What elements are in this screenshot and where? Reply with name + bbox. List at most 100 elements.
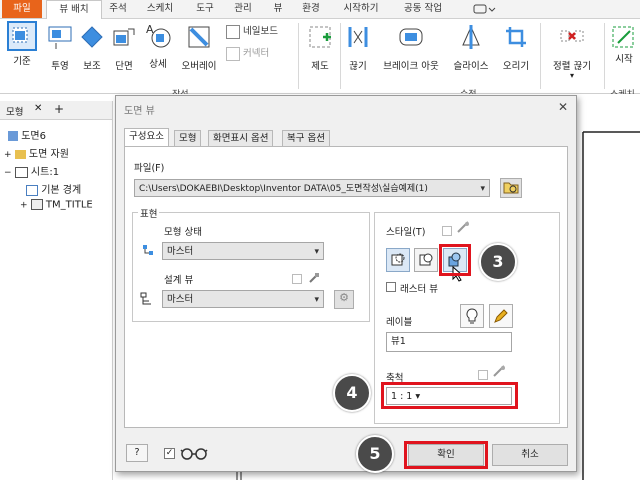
tab-tools[interactable]: 도구 <box>190 0 220 18</box>
tab-annotate[interactable]: 주석 <box>103 0 133 18</box>
slice-button[interactable]: 슬라이스 <box>448 23 494 72</box>
hidden-line-removed-icon <box>419 253 433 266</box>
style-from-base-checkbox[interactable] <box>442 226 452 236</box>
nailboard-label: 네일보드 <box>243 26 278 37</box>
tree-item-drawing-resources[interactable]: + 도면 자원 <box>4 145 69 160</box>
detail-view-label: 상세 <box>149 59 167 70</box>
tab-manage[interactable]: 관리 <box>228 0 258 18</box>
design-view-settings-button[interactable]: ⚙ <box>334 290 354 309</box>
tree-item-label: 기본 경계 <box>41 185 82 196</box>
tree-item-default-border[interactable]: 기본 경계 <box>26 181 81 196</box>
dialog-close-icon[interactable]: ✕ <box>558 100 568 114</box>
dialog-title: 도면 뷰 <box>124 106 155 117</box>
help-button[interactable]: ? <box>126 444 148 462</box>
auxiliary-view-icon <box>81 26 103 48</box>
design-view-value: 마스터 <box>167 294 194 305</box>
cancel-label: 취소 <box>521 449 539 460</box>
tab-environments[interactable]: 환경 <box>296 0 326 18</box>
projected-view-icon <box>48 26 72 49</box>
raster-view-checkbox[interactable] <box>386 282 396 292</box>
expand-icon[interactable]: + <box>4 150 12 160</box>
model-state-label: 모형 상태 <box>164 227 202 238</box>
base-view-button[interactable]: 기준 <box>4 21 40 67</box>
title-block-icon <box>30 199 43 210</box>
edit-label-button[interactable] <box>489 304 513 328</box>
preview-checkbox[interactable]: ✓ <box>164 448 175 459</box>
break-button[interactable]: 끊기 <box>344 23 372 72</box>
model-state-dropdown[interactable]: 마스터 ▾ <box>162 242 324 260</box>
break-out-button[interactable]: 브레이크 아웃 <box>376 23 446 72</box>
crop-label: 오리기 <box>502 61 530 72</box>
tree-item-sheet[interactable]: − 시트:1 <box>4 163 59 178</box>
tab-get-started[interactable]: 시작하기 <box>336 0 386 18</box>
tree-item-label: TM_TITLE <box>45 199 93 211</box>
help-icon: ? <box>134 447 140 458</box>
crop-button[interactable]: 오리기 <box>496 23 536 72</box>
tree-item-drawing[interactable]: 도면6 <box>8 127 46 142</box>
step-5-badge: 5 <box>356 435 394 473</box>
draft-view-label: 제도 <box>311 61 329 72</box>
start-sketch-label: 시작 <box>615 54 633 65</box>
pencil-icon <box>494 309 508 323</box>
design-view-icon <box>140 292 154 306</box>
folder-icon <box>14 149 26 159</box>
tab-recovery-options[interactable]: 복구 옵션 <box>282 130 330 147</box>
representation-label: 표현 <box>138 206 160 220</box>
draft-view-button[interactable]: 제도 <box>304 23 336 72</box>
section-view-icon <box>113 28 135 46</box>
file-path-dropdown[interactable]: C:\Users\DOKAEBI\Desktop\Inventor DATA\0… <box>134 179 490 197</box>
auxiliary-view-label: 보조 <box>83 61 101 72</box>
tree-item-title-block[interactable]: + TM_TITLE <box>20 199 93 211</box>
tab-sketch[interactable]: 스케치 <box>140 0 180 18</box>
align-dropdown-arrow[interactable]: ▾ <box>544 72 600 80</box>
design-view-dropdown[interactable]: 마스터 ▾ <box>162 290 324 308</box>
tree-item-label: 도면6 <box>21 131 46 142</box>
design-view-associative-checkbox[interactable] <box>292 274 302 284</box>
slice-label: 슬라이스 <box>453 61 489 72</box>
tab-view-layout[interactable]: 뷰 배치 <box>46 0 102 19</box>
file-label: 파일(F) <box>134 163 165 174</box>
cancel-button[interactable]: 취소 <box>492 444 568 466</box>
projected-view-button[interactable]: 투영 <box>44 23 76 72</box>
section-view-button[interactable]: 단면 <box>108 23 140 72</box>
tab-model[interactable]: 모형 <box>174 130 202 147</box>
tree-item-label: 도면 자원 <box>28 149 69 160</box>
scale-from-base-checkbox[interactable] <box>478 370 488 380</box>
hidden-line-removed-button[interactable] <box>414 248 438 272</box>
detail-view-button[interactable]: A 상세 <box>142 21 174 70</box>
tab-file[interactable]: 파일 <box>2 0 42 18</box>
ribbon-separator <box>340 23 341 89</box>
sheet-icon <box>14 166 28 178</box>
highlight-scale-dropdown <box>381 382 518 409</box>
ribbon-separator <box>604 23 605 89</box>
lightbulb-icon <box>466 308 478 324</box>
browser-add-icon[interactable]: + <box>54 102 64 116</box>
align-button[interactable]: 정렬 끊기 ▾ <box>544 23 600 80</box>
tab-components[interactable]: 구성요소 <box>124 128 169 147</box>
projected-view-label: 투영 <box>51 61 69 72</box>
design-view-label: 설계 뷰 <box>164 275 194 286</box>
auxiliary-view-button[interactable]: 보조 <box>78 23 106 72</box>
tab-collaborate[interactable]: 공동 작업 <box>396 0 450 18</box>
start-sketch-button[interactable]: 시작 <box>608 23 640 65</box>
hidden-line-icon <box>391 253 405 266</box>
drawing-icon <box>8 131 18 141</box>
tab-view[interactable]: 뷰 <box>268 0 288 18</box>
open-file-button[interactable] <box>500 178 522 198</box>
expand-icon[interactable]: + <box>20 201 28 211</box>
connector-button[interactable]: 커넥터 <box>226 45 292 61</box>
toggle-label-visibility-button[interactable] <box>460 304 484 328</box>
style-label: 스타일(T) <box>386 227 426 238</box>
browser-close-icon[interactable]: ✕ <box>34 103 42 114</box>
overlay-view-button[interactable]: 오버레이 <box>176 23 222 72</box>
break-out-icon <box>399 28 423 46</box>
draft-view-icon <box>309 26 331 48</box>
ribbon-options-icon[interactable] <box>470 0 498 18</box>
view-label-input[interactable]: 뷰1 <box>386 332 512 352</box>
nailboard-button[interactable]: 네일보드 <box>226 23 292 39</box>
hidden-line-button[interactable] <box>386 248 410 272</box>
collapse-icon[interactable]: − <box>4 168 12 178</box>
ribbon-separator <box>298 23 299 89</box>
step-3-badge: 3 <box>479 243 517 281</box>
tab-display-options[interactable]: 화면표시 옵션 <box>208 130 274 147</box>
